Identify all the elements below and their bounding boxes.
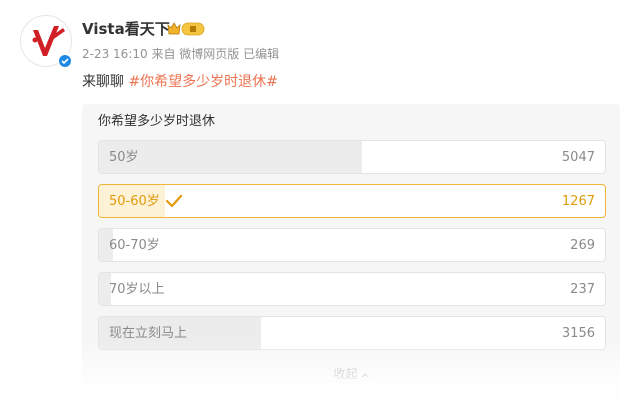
poll-option-50-60[interactable]: 50-60岁 1267 xyxy=(98,184,606,218)
crown-icon[interactable] xyxy=(167,21,205,37)
poll-option-right-now[interactable]: 现在立刻马上 3156 xyxy=(98,316,606,350)
post-text-prefix: 来聊聊 xyxy=(82,74,129,90)
poll-option-70-plus[interactable]: 70岁以上 237 xyxy=(98,272,606,306)
chevron-up-icon xyxy=(361,366,369,382)
poll-option-label: 50-60岁 xyxy=(109,194,160,209)
collapse-label: 收起 xyxy=(333,367,358,381)
poll-option-50[interactable]: 50岁 5047 xyxy=(98,140,606,174)
poll-option-count: 269 xyxy=(570,238,595,253)
poll-option-label: 60-70岁 xyxy=(109,238,160,253)
poll-option-count: 1267 xyxy=(561,194,595,209)
poll-option-label: 现在立刻马上 xyxy=(109,326,188,341)
post-text: 来聊聊 #你希望多少岁时退休# xyxy=(82,72,278,92)
poll-option-60-70[interactable]: 60-70岁 269 xyxy=(98,228,606,262)
post-meta: 2-23 16:10 来自 微博网页版 已编辑 xyxy=(82,47,280,61)
verified-icon xyxy=(57,53,73,69)
collapse-button[interactable]: 收起 xyxy=(82,366,620,382)
username[interactable]: Vista看天下 xyxy=(82,19,170,39)
poll-card: 你希望多少岁时退休 50岁 5047 50-60岁 1267 60-70岁 26… xyxy=(82,104,620,404)
poll-option-count: 3156 xyxy=(561,326,595,341)
hashtag-link[interactable]: #你希望多少岁时退休# xyxy=(128,74,277,90)
poll-option-label: 70岁以上 xyxy=(109,282,165,297)
check-icon xyxy=(165,194,183,208)
poll-option-count: 5047 xyxy=(561,150,595,165)
poll-option-count: 237 xyxy=(570,282,595,297)
poll-option-label: 50岁 xyxy=(109,150,139,165)
poll-question: 你希望多少岁时退休 xyxy=(98,114,216,129)
